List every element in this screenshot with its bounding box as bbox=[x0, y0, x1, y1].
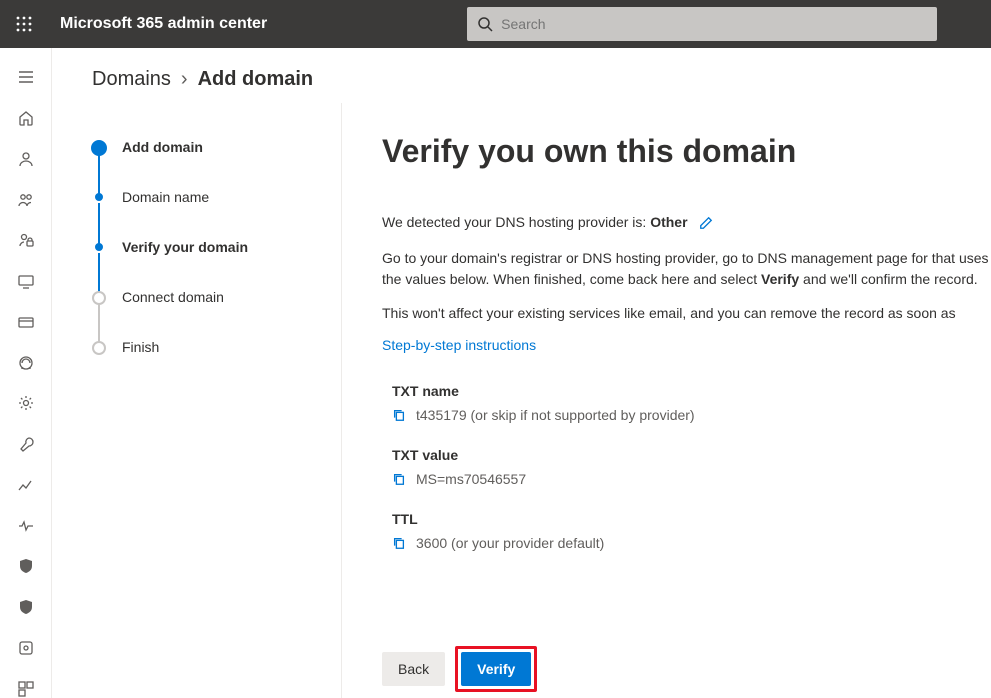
security-icon[interactable] bbox=[16, 557, 36, 576]
page-title: Verify you own this domain bbox=[382, 133, 991, 170]
user-icon[interactable] bbox=[16, 150, 36, 169]
copy-icon[interactable] bbox=[392, 472, 406, 486]
back-button[interactable]: Back bbox=[382, 652, 445, 686]
step-connect-domain: Connect domain bbox=[92, 289, 321, 339]
search-input[interactable] bbox=[501, 16, 927, 32]
chevron-right-icon: › bbox=[181, 68, 188, 91]
search-bar[interactable] bbox=[467, 7, 937, 41]
step-domain-name[interactable]: Domain name bbox=[92, 189, 321, 239]
endpoint-icon[interactable] bbox=[16, 639, 36, 658]
home-icon[interactable] bbox=[16, 109, 36, 128]
teams-icon[interactable] bbox=[16, 190, 36, 209]
dns-provider-line: We detected your DNS hosting provider is… bbox=[382, 214, 991, 230]
admin-centers-icon[interactable] bbox=[16, 679, 36, 698]
step-add-domain[interactable]: Add domain bbox=[92, 139, 321, 189]
record-ttl: TTL 3600 (or your provider default) bbox=[392, 511, 991, 551]
record-txt-name: TXT name t435179 (or skip if not support… bbox=[392, 383, 991, 423]
search-icon bbox=[477, 16, 493, 32]
breadcrumb-current: Add domain bbox=[198, 68, 314, 91]
billing-icon[interactable] bbox=[16, 313, 36, 332]
app-title: Microsoft 365 admin center bbox=[60, 15, 267, 33]
instruction-text-1: Go to your domain's registrar or DNS hos… bbox=[382, 248, 991, 289]
step-verify-domain[interactable]: Verify your domain bbox=[92, 239, 321, 289]
step-finish: Finish bbox=[92, 339, 321, 389]
wizard-stepper: Add domain Domain name Verify your domai… bbox=[52, 103, 342, 698]
left-nav-rail bbox=[0, 48, 52, 698]
instruction-text-2: This won't affect your existing services… bbox=[382, 303, 991, 323]
breadcrumb-root[interactable]: Domains bbox=[92, 68, 171, 91]
compliance-icon[interactable] bbox=[16, 598, 36, 617]
verify-button[interactable]: Verify bbox=[461, 652, 531, 686]
roles-icon[interactable] bbox=[16, 231, 36, 250]
settings-icon[interactable] bbox=[16, 394, 36, 413]
breadcrumb: Domains › Add domain bbox=[52, 48, 991, 103]
app-launcher-icon[interactable] bbox=[8, 8, 40, 40]
setup-icon[interactable] bbox=[16, 435, 36, 454]
verify-highlight: Verify bbox=[455, 646, 537, 692]
support-icon[interactable] bbox=[16, 353, 36, 372]
copy-icon[interactable] bbox=[392, 536, 406, 550]
menu-icon[interactable] bbox=[16, 68, 36, 87]
copy-icon[interactable] bbox=[392, 408, 406, 422]
record-txt-value: TXT value MS=ms70546557 bbox=[392, 447, 991, 487]
edit-provider-icon[interactable] bbox=[699, 216, 713, 230]
reports-icon[interactable] bbox=[16, 476, 36, 495]
devices-icon[interactable] bbox=[16, 272, 36, 291]
health-icon[interactable] bbox=[16, 516, 36, 535]
step-by-step-link[interactable]: Step-by-step instructions bbox=[382, 337, 536, 353]
